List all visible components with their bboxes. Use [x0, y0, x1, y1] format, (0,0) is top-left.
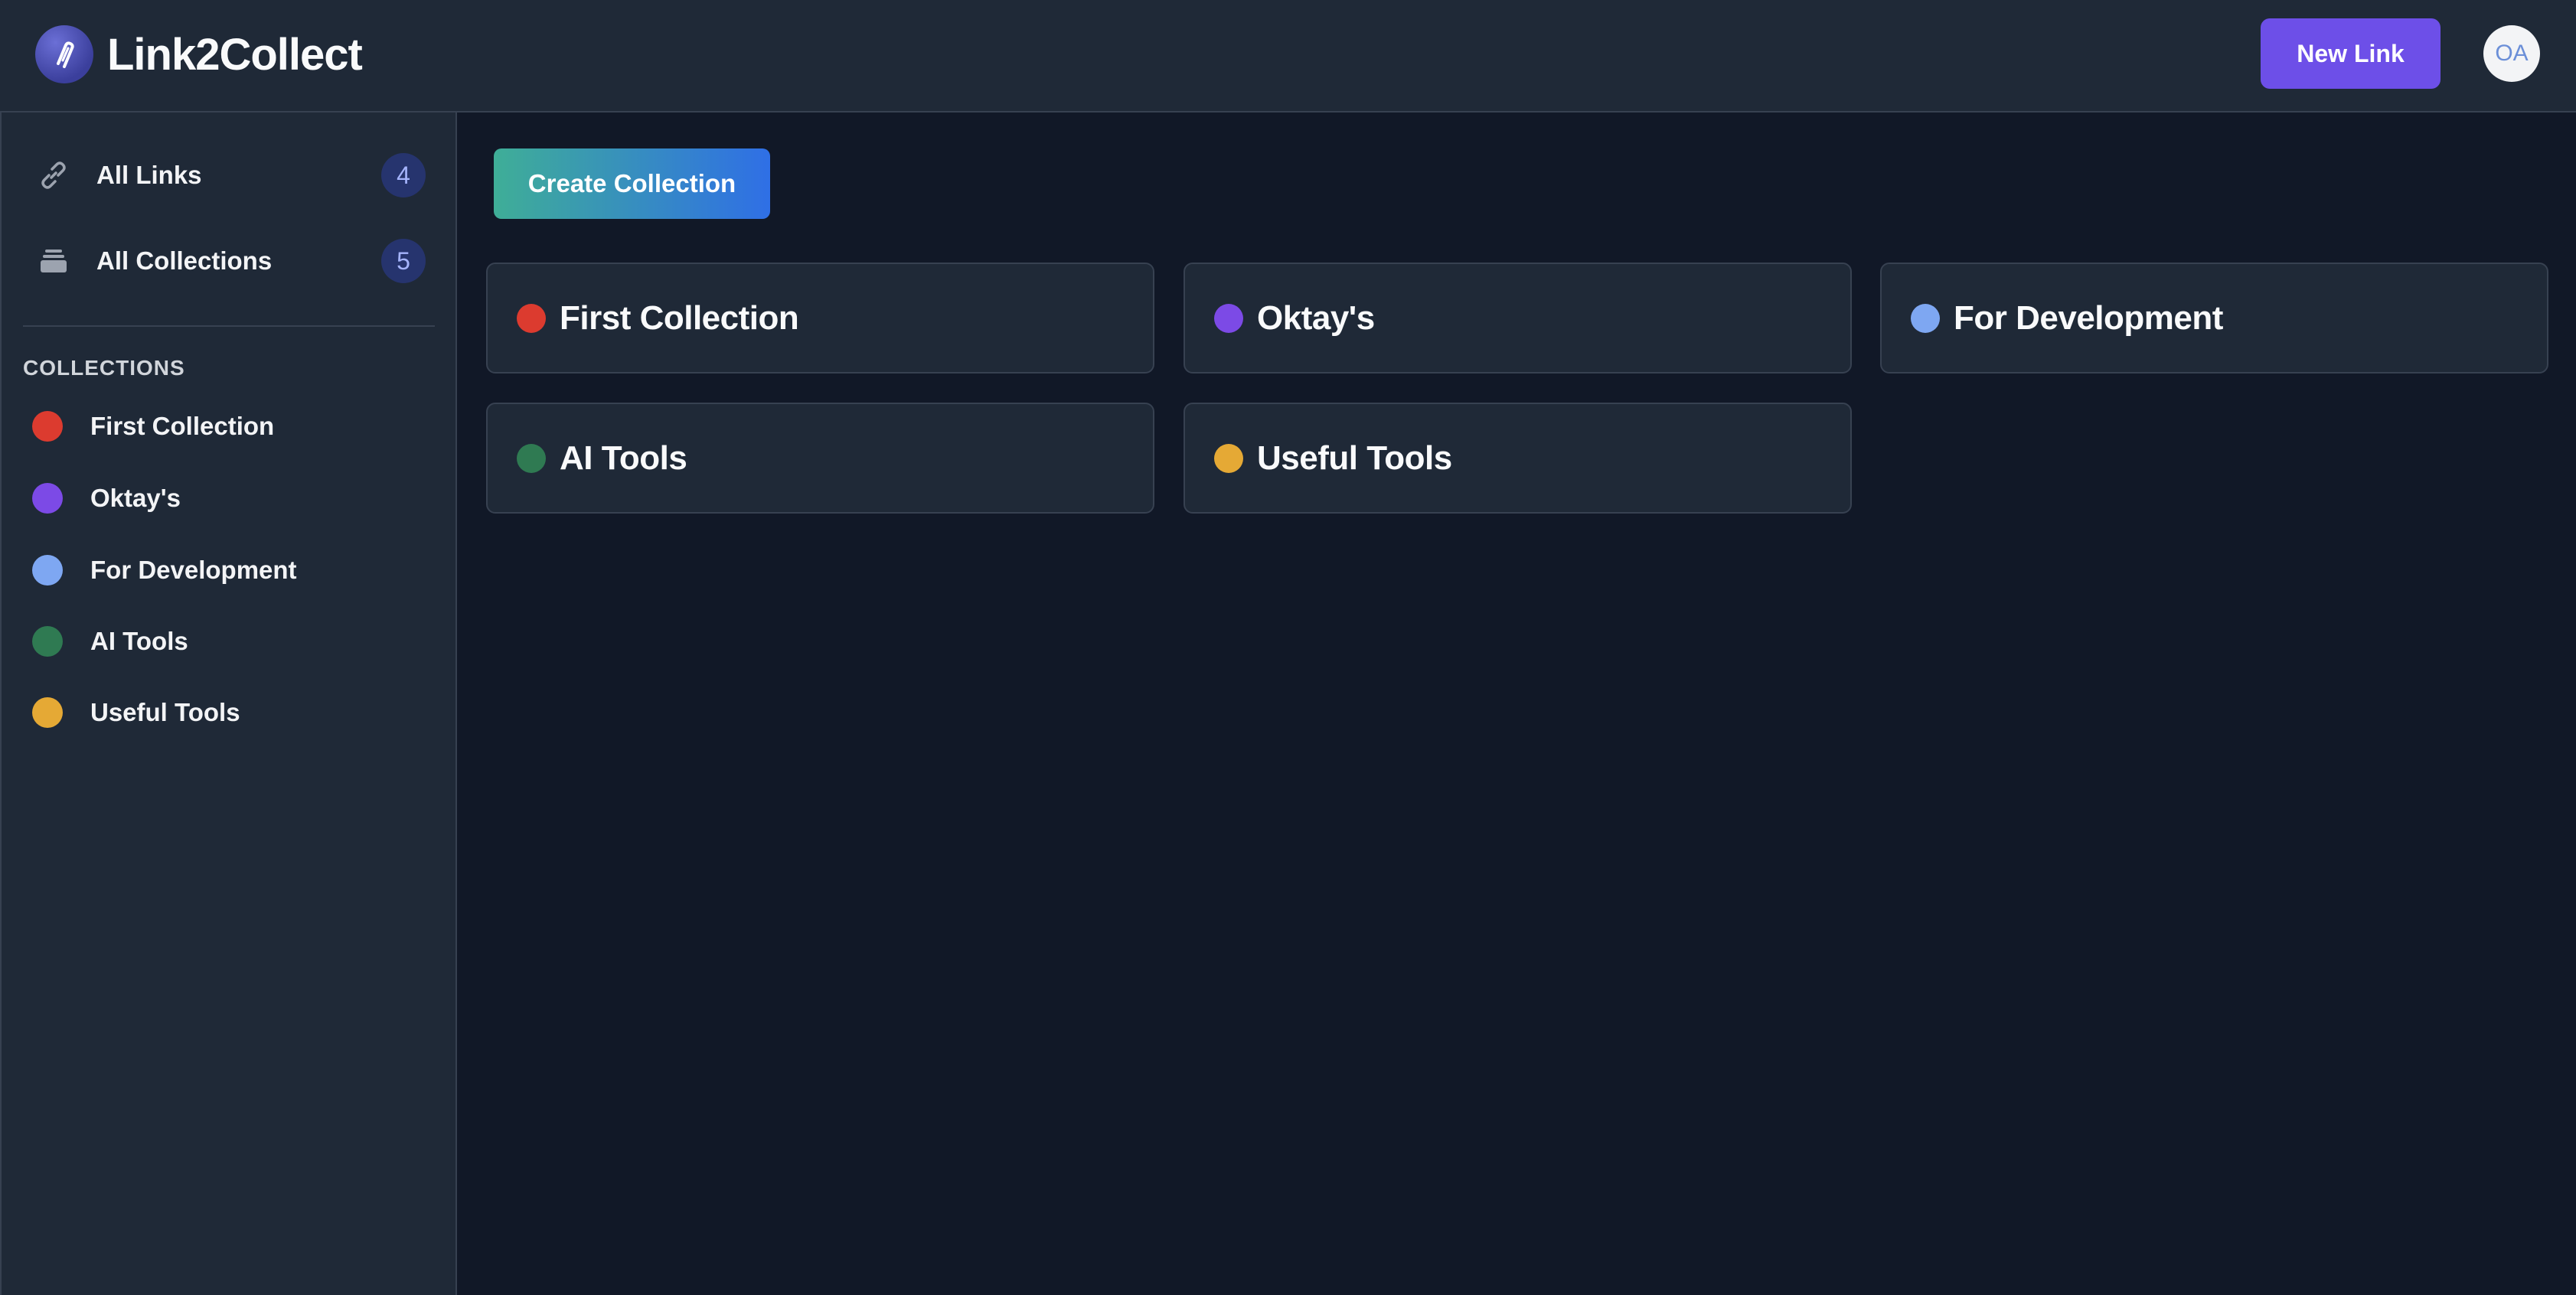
sidebar-collection-label: Useful Tools	[90, 698, 240, 726]
sidebar-item-label: All Collections	[96, 246, 273, 275]
collections-count-badge: 5	[381, 239, 426, 283]
sidebar-collection-for-development[interactable]: For Development	[32, 547, 297, 593]
collection-color-dot	[32, 626, 63, 657]
sidebar-collection-useful-tools[interactable]: Useful Tools	[32, 690, 240, 736]
sidebar-collection-label: Oktay's	[90, 484, 181, 512]
collection-card-title: Oktay's	[1257, 298, 1375, 337]
sidebar-item-all-links[interactable]: All Links 4	[23, 141, 426, 210]
collection-card-title: AI Tools	[560, 439, 687, 477]
link-icon	[32, 154, 75, 197]
app-title: Link2Collect	[107, 29, 363, 80]
collection-color-dot	[32, 483, 63, 514]
user-avatar[interactable]: OA	[2483, 25, 2540, 82]
collection-card-title: For Development	[1954, 298, 2223, 337]
sidebar-collection-ai-tools[interactable]: AI Tools	[32, 618, 188, 664]
collection-card-for-development[interactable]: For Development	[1880, 263, 2548, 373]
collection-color-dot	[1214, 303, 1243, 333]
sidebar-collection-oktays[interactable]: Oktay's	[32, 475, 181, 521]
brand[interactable]: Link2Collect	[35, 24, 363, 85]
collection-card-oktays[interactable]: Oktay's	[1184, 263, 1852, 373]
create-collection-button[interactable]: Create Collection	[494, 148, 770, 219]
collection-card-useful-tools[interactable]: Useful Tools	[1184, 403, 1852, 514]
sidebar-item-all-collections[interactable]: All Collections 5	[23, 227, 426, 295]
sidebar-collection-label: First Collection	[90, 412, 275, 440]
top-header: Link2Collect New Link OA	[0, 0, 2576, 113]
collection-color-dot	[1214, 443, 1243, 473]
collection-color-dot	[517, 303, 546, 333]
collection-card-ai-tools[interactable]: AI Tools	[486, 403, 1154, 514]
collection-color-dot	[32, 555, 63, 586]
link2collect-logo-icon	[35, 25, 93, 83]
sidebar: All Links 4 All Collections 5 COLLECTION…	[0, 113, 457, 1295]
collection-color-dot	[32, 411, 63, 442]
collection-color-dot	[32, 697, 63, 728]
collection-color-dot	[517, 443, 546, 473]
collection-card-title: First Collection	[560, 298, 799, 337]
collection-color-dot	[1911, 303, 1940, 333]
new-link-button[interactable]: New Link	[2261, 18, 2441, 89]
stack-icon	[32, 240, 75, 282]
sidebar-collection-label: For Development	[90, 556, 297, 584]
collections-section-label: COLLECTIONS	[23, 356, 185, 380]
links-count-badge: 4	[381, 153, 426, 197]
sidebar-divider	[23, 325, 435, 327]
sidebar-item-label: All Links	[96, 161, 202, 189]
sidebar-collection-first-collection[interactable]: First Collection	[32, 403, 274, 449]
collection-card-title: Useful Tools	[1257, 439, 1452, 477]
sidebar-collection-label: AI Tools	[90, 627, 188, 655]
collection-card-first-collection[interactable]: First Collection	[486, 263, 1154, 373]
